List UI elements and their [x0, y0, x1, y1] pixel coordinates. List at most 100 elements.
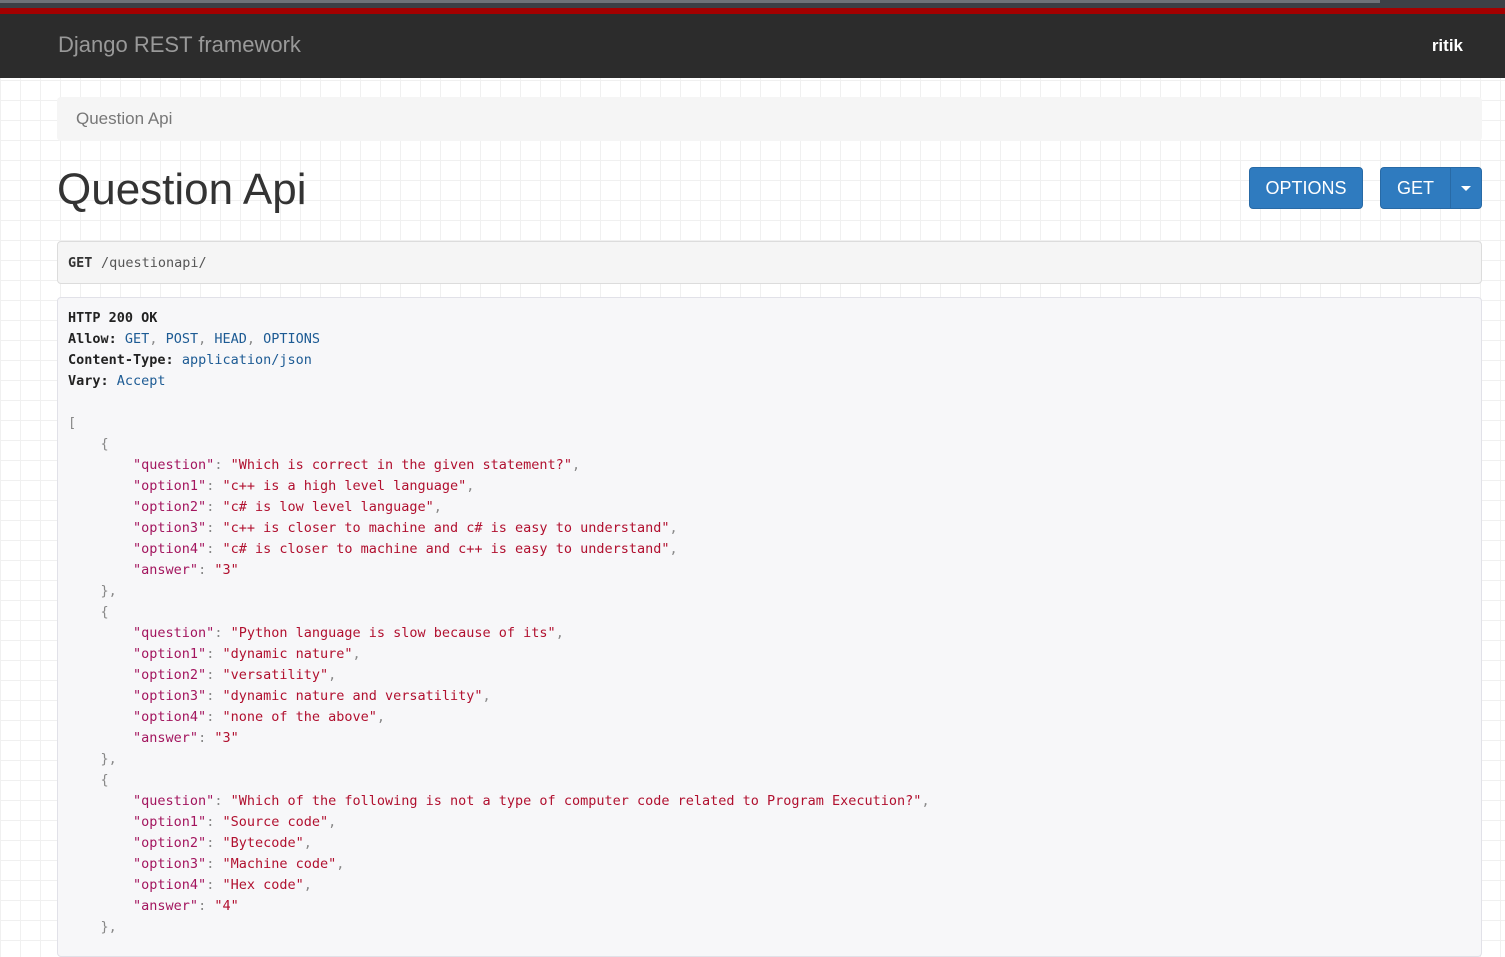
json-string: "3": [214, 562, 239, 578]
json-key: "question": [133, 793, 215, 809]
json-key: "option3": [133, 856, 207, 872]
punctuation: :: [206, 877, 223, 893]
punctuation: ,: [303, 835, 312, 851]
request-info: GET /questionapi/: [57, 241, 1482, 284]
punctuation: ,: [555, 625, 564, 641]
punctuation: ,: [352, 646, 361, 662]
response-status: HTTP 200 OK: [68, 310, 158, 326]
punctuation: :: [206, 835, 223, 851]
json-brace: },: [100, 751, 117, 767]
json-string: "versatility": [222, 667, 329, 683]
json-key: "answer": [133, 730, 199, 746]
punctuation: ,: [336, 856, 345, 872]
json-key: "option3": [133, 520, 207, 536]
response-header-value: POST: [165, 331, 199, 347]
punctuation: :: [198, 898, 215, 914]
options-button[interactable]: OPTIONS: [1249, 167, 1363, 209]
punctuation: ,: [921, 793, 930, 809]
get-format-dropdown-toggle[interactable]: [1450, 167, 1482, 209]
punctuation: :: [198, 730, 215, 746]
json-key: "option4": [133, 877, 207, 893]
json-brace: {: [100, 436, 109, 452]
json-string: "c++ is a high level language": [222, 478, 467, 494]
json-string: "4": [214, 898, 239, 914]
json-string: "c# is closer to machine and c++ is easy…: [222, 541, 670, 557]
punctuation: :: [206, 478, 223, 494]
json-key: "option2": [133, 499, 207, 515]
json-string: "c# is low level language": [222, 499, 434, 515]
punctuation: ,: [669, 541, 678, 557]
json-key: "option1": [133, 646, 207, 662]
json-string: "Which of the following is not a type of…: [230, 793, 922, 809]
brand-link[interactable]: Django REST framework: [58, 32, 301, 58]
punctuation: ,: [466, 478, 475, 494]
json-string: "none of the above": [222, 709, 377, 725]
punctuation: ,: [328, 667, 337, 683]
request-path: /questionapi/: [101, 255, 207, 271]
json-key: "question": [133, 457, 215, 473]
json-brace: {: [100, 772, 109, 788]
json-brace: },: [100, 583, 117, 599]
json-string: "dynamic nature": [222, 646, 353, 662]
punctuation: :: [206, 814, 223, 830]
punctuation: ,: [433, 499, 442, 515]
json-brace: {: [100, 604, 109, 620]
punctuation: ,: [669, 520, 678, 536]
punctuation: :: [206, 856, 223, 872]
punctuation: :: [206, 709, 223, 725]
json-key: "answer": [133, 898, 199, 914]
punctuation: ,: [246, 331, 264, 347]
get-button[interactable]: GET: [1380, 167, 1451, 209]
punctuation: :: [206, 667, 223, 683]
json-key: "option1": [133, 478, 207, 494]
punctuation: :: [206, 688, 223, 704]
response-header-value: HEAD: [214, 331, 247, 347]
json-string: "c++ is closer to machine and c# is easy…: [222, 520, 670, 536]
punctuation: :: [206, 520, 223, 536]
json-string: "Bytecode": [222, 835, 304, 851]
json-key: "option2": [133, 835, 207, 851]
json-brace: },: [100, 919, 117, 935]
breadcrumb-item-active: Question Api: [76, 109, 173, 128]
punctuation: ,: [303, 877, 312, 893]
json-key: "option4": [133, 709, 207, 725]
punctuation: :: [198, 562, 215, 578]
json-key: "answer": [133, 562, 199, 578]
punctuation: ,: [376, 709, 386, 725]
page-title: Question Api: [57, 165, 307, 214]
json-string: "3": [214, 730, 239, 746]
response-header-value: Accept: [116, 373, 166, 389]
response-header-name: Content-Type:: [68, 352, 174, 368]
json-key: "option1": [133, 814, 207, 830]
json-bracket: [: [68, 415, 77, 431]
punctuation: :: [206, 541, 223, 557]
json-string: "Python language is slow because of its": [230, 625, 556, 641]
punctuation: :: [206, 499, 223, 515]
json-string: "Source code": [222, 814, 329, 830]
json-key: "option2": [133, 667, 207, 683]
punctuation: ,: [571, 457, 581, 473]
json-key: "question": [133, 625, 215, 641]
caret-down-icon: [1461, 185, 1471, 191]
json-string: "dynamic nature and versatility": [222, 688, 483, 704]
request-method: GET: [68, 255, 93, 271]
punctuation: ,: [149, 331, 166, 347]
punctuation: :: [214, 793, 231, 809]
json-string: "Which is correct in the given statement…: [230, 457, 572, 473]
json-string: "Hex code": [222, 877, 304, 893]
response-header-value: GET: [124, 331, 150, 347]
punctuation: ,: [482, 688, 491, 704]
user-menu[interactable]: ritik: [1432, 36, 1463, 56]
response-header-value: application/json: [181, 352, 312, 368]
window-top-highlight: [0, 0, 1380, 3]
breadcrumb: Question Api: [57, 97, 1482, 141]
punctuation: :: [214, 625, 231, 641]
response-content: HTTP 200 OK Allow: GET, POST, HEAD, OPTI…: [68, 308, 930, 938]
response-info: HTTP 200 OK Allow: GET, POST, HEAD, OPTI…: [57, 297, 1482, 957]
json-key: "option3": [133, 688, 207, 704]
punctuation: :: [214, 457, 231, 473]
response-header-name: Vary:: [68, 373, 109, 389]
navbar: Django REST framework ritik: [0, 14, 1505, 78]
response-header-name: Allow:: [68, 331, 117, 347]
punctuation: :: [206, 646, 223, 662]
